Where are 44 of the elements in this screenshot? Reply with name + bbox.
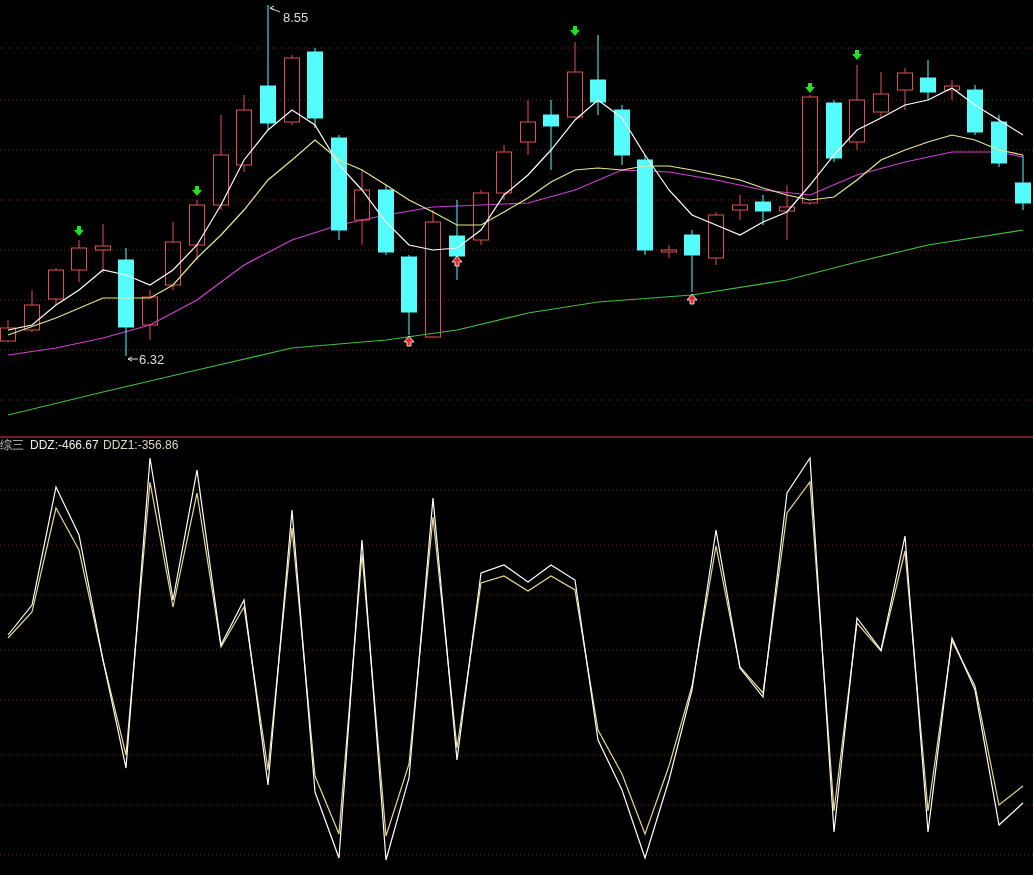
candlestick [142,289,158,341]
candlestick [614,104,630,166]
candlestick [378,184,394,256]
candlestick [473,189,489,246]
candlestick [920,59,936,101]
up-arrow-icon [403,335,415,347]
indicator-title: 综三 [0,438,24,452]
candlestick [165,221,181,291]
candlestick [0,319,16,343]
candlestick [95,223,111,274]
candlestick [71,239,87,283]
high-price-label: 8.55 [283,10,309,25]
candlestick [24,289,40,333]
leader-line [269,5,281,13]
candlestick [991,114,1007,168]
candlestick [520,99,536,156]
low-price-label: 6.32 [139,352,165,367]
candlestick [826,99,842,163]
candlestick [284,54,300,126]
down-arrow-icon [805,83,815,93]
up-arrow-icon [451,255,463,267]
indicator-reading: DDZ1:-356.86 [103,438,179,452]
candlestick [1015,154,1031,211]
candlestick [873,71,889,119]
candlestick [897,67,913,111]
candlestick [684,229,700,293]
candlestick [944,79,960,101]
candlestick [48,267,64,306]
candlestick [496,144,512,201]
down-arrow-icon [570,26,580,36]
down-arrow-icon [74,226,84,236]
indicator-reading: DDZ:-466.67 [30,438,99,452]
candlestick [708,211,724,266]
leader-line [127,356,139,362]
up-arrow-icon [686,293,698,305]
candlestick [967,84,983,136]
candlestick [755,194,771,226]
candlestick [661,244,677,259]
candlestick [189,199,205,261]
candlestick [779,184,795,241]
candlestick [543,99,559,171]
down-arrow-icon [852,50,862,60]
down-arrow-icon [192,186,202,196]
candlestick [732,194,748,221]
